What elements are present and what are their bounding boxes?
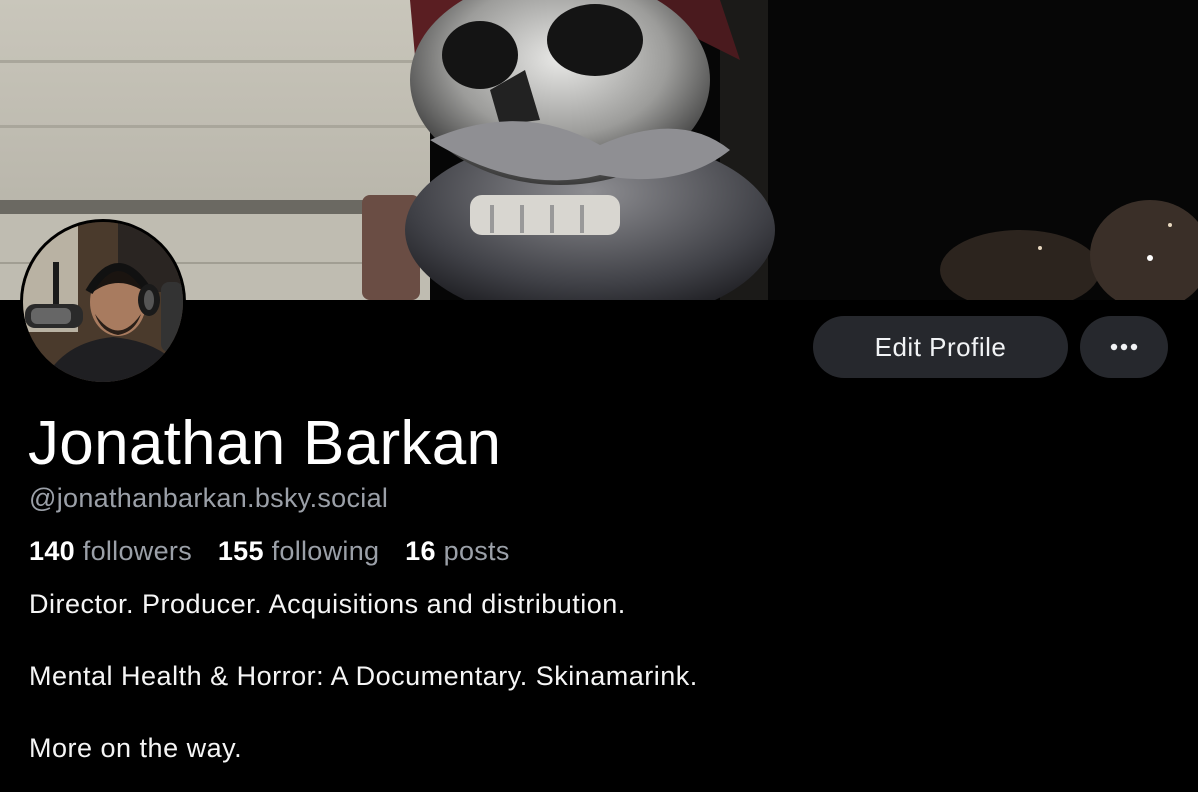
ellipsis-icon <box>1109 338 1139 356</box>
followers-count: 140 <box>29 536 75 566</box>
edit-profile-label: Edit Profile <box>874 331 1007 362</box>
display-name: Jonathan Barkan <box>28 409 502 478</box>
following-count: 155 <box>217 536 264 566</box>
posts-stat: 16 posts <box>405 534 510 568</box>
bio-line: Director. Producer. Acquisitions and dis… <box>29 589 626 619</box>
posts-label: posts <box>443 536 510 566</box>
edit-profile-button[interactable]: Edit Profile <box>813 316 1068 378</box>
more-options-button[interactable] <box>1080 316 1168 378</box>
bio-line: Mental Health & Horror: A Documentary. S… <box>29 661 698 691</box>
user-handle: @jonathanbarkan.bsky.social <box>29 483 389 513</box>
following-label: following <box>271 536 380 566</box>
followers-label: followers <box>82 536 193 566</box>
following-link[interactable]: 155 following <box>218 534 380 568</box>
profile-avatar[interactable] <box>20 219 186 385</box>
profile-banner-image[interactable] <box>0 0 1198 300</box>
posts-count: 16 <box>405 536 436 566</box>
profile-stats: 140 followers 155 following 16 posts <box>29 534 528 568</box>
followers-link[interactable]: 140 followers <box>29 534 192 568</box>
bio-line: More on the way. <box>29 733 243 763</box>
